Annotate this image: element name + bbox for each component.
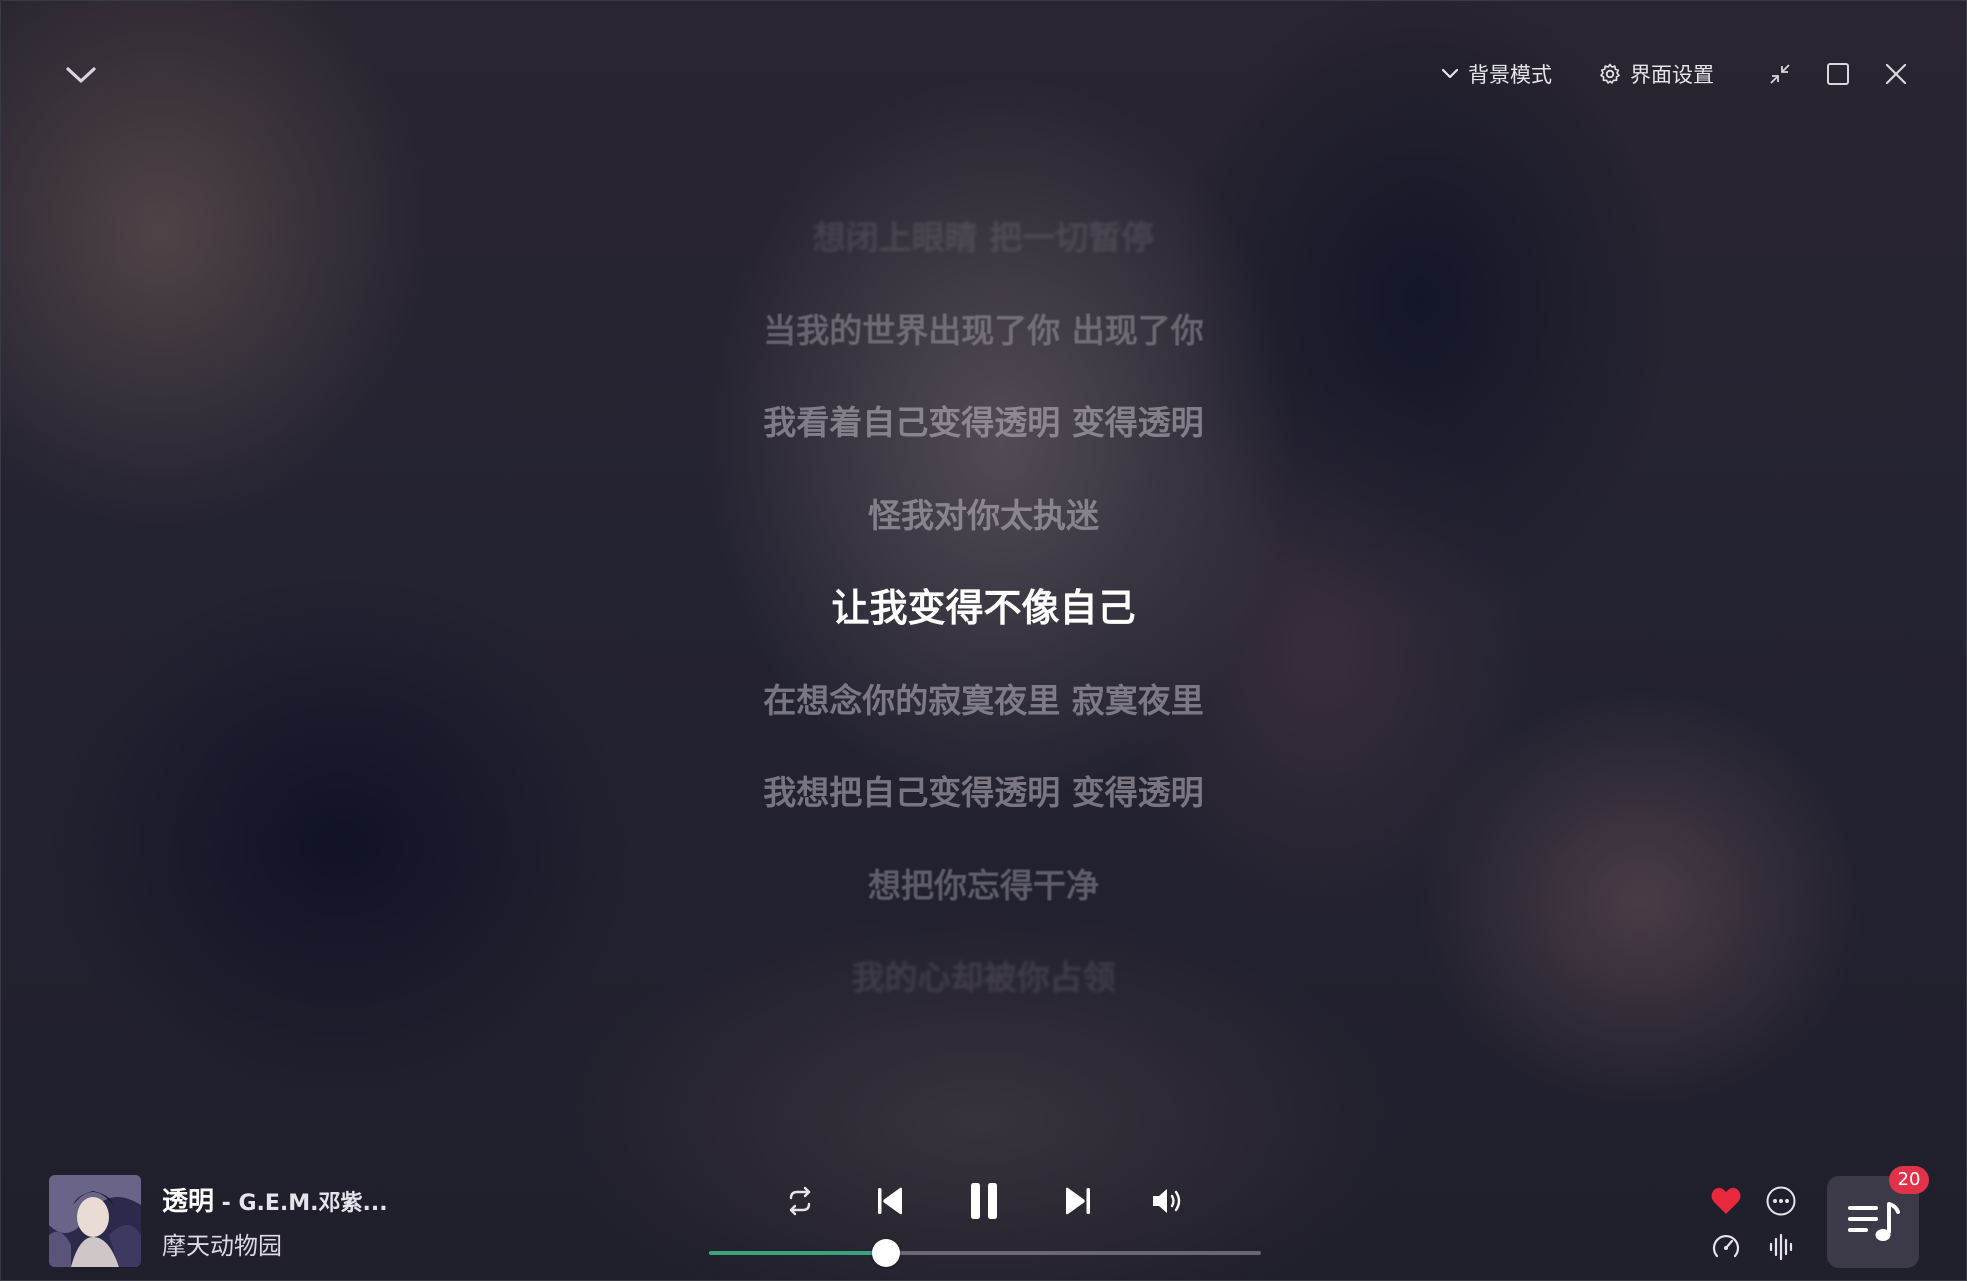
player-window: 背景模式 界面设置 想闭上眼睛 把一切暂停 当我的世界出现了你 出现了你 我看着…: [0, 0, 1967, 1281]
chevron-down-icon: [1440, 67, 1460, 81]
speed-icon: [1712, 1234, 1740, 1258]
lyric-line[interactable]: 我想把自己变得透明 变得透明: [1, 761, 1966, 854]
background-mode-button[interactable]: 背景模式: [1440, 59, 1552, 89]
maximize-icon: [1827, 63, 1849, 85]
lyric-line[interactable]: 在想念你的寂寞夜里 寂寞夜里: [1, 669, 1966, 762]
playlist-icon: [1848, 1202, 1900, 1241]
pause-icon: [971, 1183, 997, 1219]
lyric-line[interactable]: 怪我对你太执迷: [1, 484, 1966, 577]
next-track-button[interactable]: [1053, 1176, 1103, 1226]
repeat-button[interactable]: [775, 1176, 825, 1226]
pause-button[interactable]: [959, 1176, 1009, 1226]
lyric-line[interactable]: 我的心却被你占领: [1, 946, 1966, 1039]
sound-wave-icon: [1769, 1233, 1793, 1261]
like-button[interactable]: [1706, 1181, 1746, 1221]
close-button[interactable]: [1876, 54, 1916, 94]
maximize-button[interactable]: [1818, 54, 1858, 94]
lyric-line[interactable]: 想把你忘得干净: [1, 854, 1966, 947]
more-button[interactable]: [1761, 1181, 1801, 1221]
repeat-icon: [789, 1186, 811, 1216]
heart-icon: [1711, 1187, 1741, 1214]
top-toolbar: 背景模式 界面设置: [1440, 51, 1916, 97]
more-icon: [1766, 1186, 1796, 1216]
current-lyric-line[interactable]: 让我变得不像自己: [1, 576, 1966, 669]
interface-settings-button[interactable]: 界面设置: [1598, 59, 1714, 89]
collapse-button[interactable]: [59, 53, 103, 97]
next-track-icon: [1066, 1187, 1090, 1215]
sound-effect-button[interactable]: [1761, 1227, 1801, 1267]
chevron-down-icon: [66, 67, 96, 83]
background-mode-label: 背景模式: [1468, 63, 1552, 87]
progress-bar[interactable]: [709, 1239, 1261, 1267]
interface-settings-label: 界面设置: [1630, 63, 1714, 87]
playback-speed-button[interactable]: [1706, 1227, 1746, 1267]
shrink-button[interactable]: [1760, 54, 1800, 94]
lyrics-panel: 想闭上眼睛 把一切暂停 当我的世界出现了你 出现了你 我看着自己变得透明 变得透…: [1, 206, 1966, 1039]
volume-button[interactable]: [1143, 1176, 1193, 1226]
playlist-button[interactable]: 20: [1827, 1166, 1929, 1268]
song-album[interactable]: 摩天动物园: [162, 1226, 388, 1261]
shrink-icon: [1770, 64, 1790, 84]
close-icon: [1885, 63, 1907, 85]
previous-track-button[interactable]: [865, 1176, 915, 1226]
playback-controls: [1, 1176, 1966, 1226]
previous-track-icon: [878, 1187, 902, 1215]
gear-icon: [1598, 62, 1622, 86]
progress-thumb[interactable]: [871, 1239, 900, 1267]
volume-icon: [1153, 1189, 1181, 1213]
progress-fill: [709, 1251, 886, 1255]
lyric-line[interactable]: 想闭上眼睛 把一切暂停: [1, 206, 1966, 299]
playlist-count-badge: 20: [1889, 1166, 1929, 1194]
lyric-line[interactable]: 我看着自己变得透明 变得透明: [1, 391, 1966, 484]
lyric-line[interactable]: 当我的世界出现了你 出现了你: [1, 299, 1966, 392]
extra-tools: [1706, 1177, 1816, 1267]
